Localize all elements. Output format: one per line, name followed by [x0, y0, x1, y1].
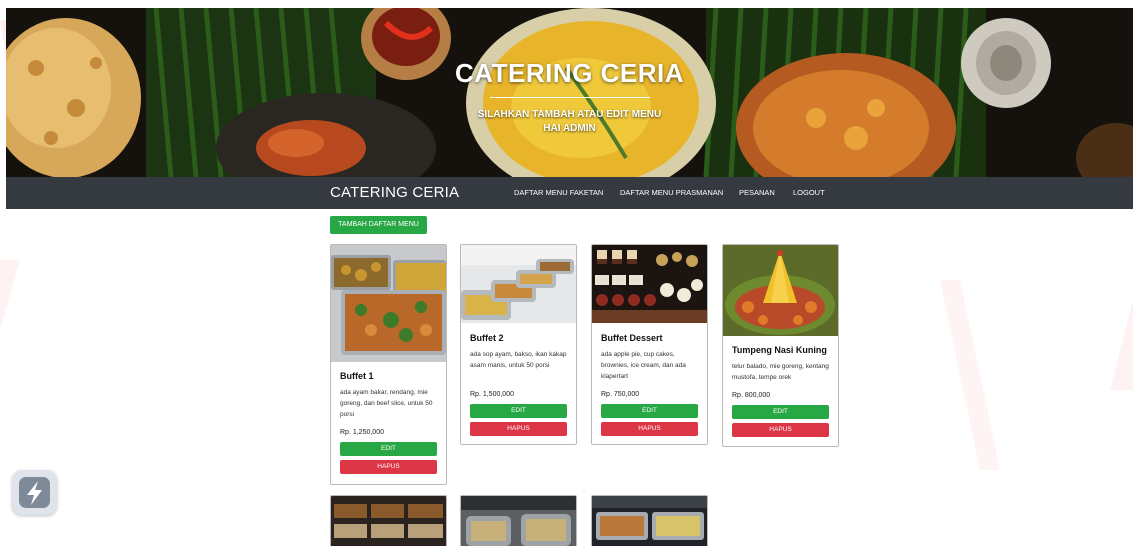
menu-card-title: Buffet 1	[340, 371, 374, 381]
nav-menu-faketan[interactable]: DAFTAR MENU FAKETAN	[514, 188, 603, 197]
menu-card	[330, 495, 447, 546]
delete-button[interactable]: HAPUS	[470, 422, 567, 436]
hero-food-image	[6, 8, 1133, 177]
app-shortcut-icon[interactable]	[12, 470, 57, 515]
menu-card-image	[592, 496, 707, 546]
delete-button[interactable]: HAPUS	[732, 423, 829, 437]
menu-card-description: telur balado, mie goreng, kentang mustof…	[732, 363, 829, 381]
delete-button[interactable]: HAPUS	[601, 422, 698, 436]
menu-card-image	[331, 245, 446, 362]
edit-button[interactable]: EDIT	[732, 405, 829, 419]
edit-button[interactable]: EDIT	[601, 404, 698, 418]
menu-card-image	[592, 245, 707, 323]
menu-card-title: Tumpeng Nasi Kuning	[732, 345, 827, 355]
navbar: CATERING CERIA DAFTAR MENU FAKETAN DAFTA…	[6, 177, 1133, 209]
hero-banner: CATERING CERIA SILAHKAN TAMBAH ATAU EDIT…	[6, 8, 1133, 177]
edit-button[interactable]: EDIT	[470, 404, 567, 418]
menu-card-image	[331, 496, 446, 546]
menu-card-price: Rp. 1,250,000	[340, 429, 384, 436]
edit-button[interactable]: EDIT	[340, 442, 437, 456]
menu-card-title: Buffet 2	[470, 333, 504, 343]
nav-pesanan[interactable]: PESANAN	[739, 188, 775, 197]
lightning-icon	[19, 477, 50, 508]
menu-card: Buffet 2 ada sop ayam, bakso, ikan kakap…	[460, 244, 577, 445]
hero-subtitle-line: SILAHKAN TAMBAH ATAU EDIT MENU	[477, 109, 662, 120]
nav-menu-prasmanan[interactable]: DAFTAR MENU PRASMANAN	[620, 188, 723, 197]
nav-logout[interactable]: LOGOUT	[793, 188, 825, 197]
menu-card-image	[461, 245, 576, 323]
menu-card	[460, 495, 577, 546]
menu-card: Tumpeng Nasi Kuning telur balado, mie go…	[722, 244, 839, 447]
menu-card	[591, 495, 708, 546]
menu-card-image	[461, 496, 576, 546]
hero-greeting: HAI ADMIN	[543, 123, 596, 134]
menu-card-price: Rp. 750,000	[601, 391, 640, 398]
menu-card-description: ada apple pie, cup cakes, brownies, ice …	[601, 351, 686, 380]
menu-card-title: Buffet Dessert	[601, 333, 663, 343]
menu-card: Buffet 1 ada ayam bakar, rendang, mie go…	[330, 244, 447, 485]
navbar-brand[interactable]: CATERING CERIA	[330, 184, 459, 201]
menu-card: Buffet Dessert ada apple pie, cup cakes,…	[591, 244, 708, 445]
menu-card-description: ada sop ayam, bakso, ikan kakap asam man…	[470, 351, 567, 369]
menu-card-description: ada ayam bakar, rendang, mie goreng, dan…	[340, 389, 433, 418]
top-strip	[0, 0, 1133, 8]
menu-card-image	[723, 245, 838, 336]
delete-button[interactable]: HAPUS	[340, 460, 437, 474]
hero-divider	[490, 97, 650, 98]
hero-title: CATERING CERIA	[455, 58, 684, 88]
hero-subtitle: SILAHKAN TAMBAH ATAU EDIT MENU HAI ADMIN	[6, 108, 1133, 136]
menu-card-price: Rp. 800,000	[732, 392, 771, 399]
add-menu-button[interactable]: TAMBAH DAFTAR MENU	[330, 216, 427, 234]
menu-card-price: Rp. 1,500,000	[470, 391, 514, 398]
